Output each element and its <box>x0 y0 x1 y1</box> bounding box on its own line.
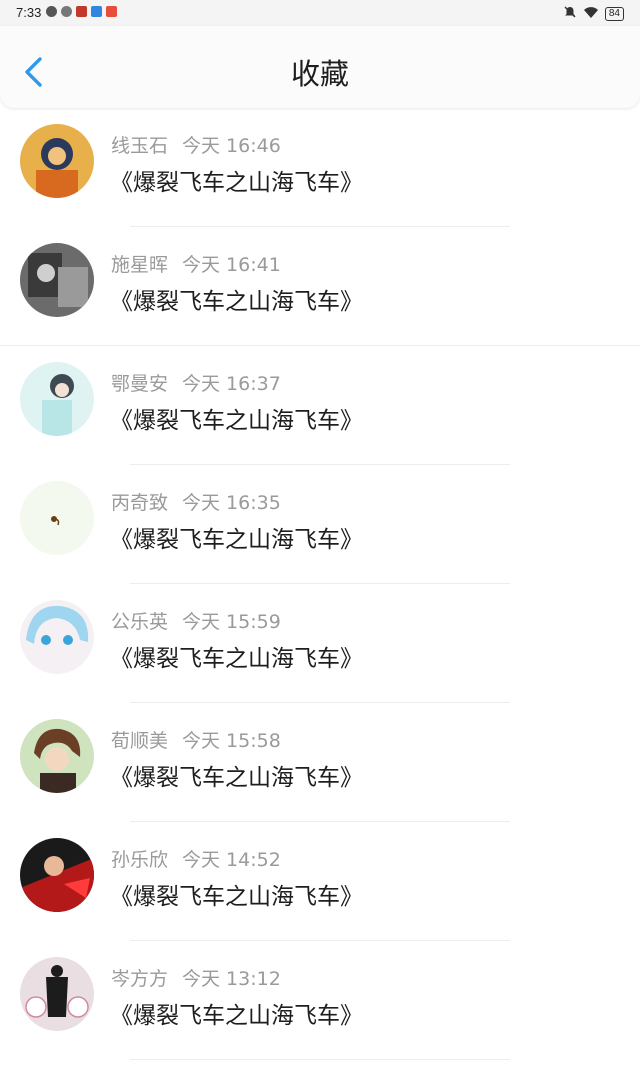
game-icon <box>76 6 87 17</box>
avatar[interactable] <box>20 124 94 198</box>
avatar[interactable] <box>20 719 94 793</box>
item-title: 《爆裂飞车之山海飞车》 <box>110 408 363 434</box>
divider <box>130 1059 510 1060</box>
item-meta: 鄂曼安 今天 16:37 <box>111 369 281 396</box>
user-name: 孙乐欣 <box>111 849 169 871</box>
item-title: 《爆裂飞车之山海飞车》 <box>110 1003 363 1029</box>
status-time: 7:33 <box>16 5 42 20</box>
item-title: 《爆裂飞车之山海飞车》 <box>110 646 363 672</box>
notification-icons <box>46 6 117 17</box>
list-item[interactable]: 线玉石 今天 16:46 《爆裂飞车之山海飞车》 <box>0 108 640 227</box>
item-meta: 荀顺美 今天 15:58 <box>111 726 281 753</box>
timestamp: 今天 16:35 <box>182 492 281 514</box>
mute-icon <box>563 5 577 22</box>
cloud-icon <box>91 6 102 17</box>
user-name: 鄂曼安 <box>111 373 169 395</box>
wifi-icon <box>583 6 599 22</box>
user-name: 丙奇致 <box>111 492 169 514</box>
list-item[interactable]: 公乐英 今天 15:59 《爆裂飞车之山海飞车》 <box>0 584 640 703</box>
item-title: 《爆裂飞车之山海飞车》 <box>110 765 363 791</box>
item-meta: 岑方方 今天 13:12 <box>111 964 281 991</box>
list-item[interactable]: 孙乐欣 今天 14:52 《爆裂飞车之山海飞车》 <box>0 822 640 941</box>
avatar[interactable] <box>20 600 94 674</box>
timestamp: 今天 16:37 <box>182 373 281 395</box>
avatar[interactable] <box>20 243 94 317</box>
item-title: 《爆裂飞车之山海飞车》 <box>110 884 363 910</box>
user-name: 施星晖 <box>111 254 169 276</box>
list-item[interactable]: 荀顺美 今天 15:58 《爆裂飞车之山海飞车》 <box>0 703 640 822</box>
page-title: 收藏 <box>290 57 349 91</box>
user-name: 岑方方 <box>111 968 169 990</box>
status-bar: 7:33 84 <box>0 0 640 26</box>
system-icons: 84 <box>563 5 624 22</box>
list-item[interactable]: 鄂曼安 今天 16:37 《爆裂飞车之山海飞车》 <box>0 346 640 465</box>
item-title: 《爆裂飞车之山海飞车》 <box>110 170 363 196</box>
list-item[interactable]: 丙奇致 今天 16:35 《爆裂飞车之山海飞车》 <box>0 465 640 584</box>
avatar[interactable] <box>20 838 94 912</box>
item-title: 《爆裂飞车之山海飞车》 <box>110 527 363 553</box>
header: 收藏 <box>0 26 640 108</box>
shop-icon <box>106 6 117 17</box>
item-meta: 孙乐欣 今天 14:52 <box>111 845 281 872</box>
avatar[interactable] <box>20 957 94 1031</box>
app-icon <box>61 6 72 17</box>
timestamp: 今天 13:12 <box>182 968 281 990</box>
wechat-icon <box>46 6 57 17</box>
battery-indicator: 84 <box>604 6 624 21</box>
avatar[interactable] <box>20 481 94 555</box>
user-name: 线玉石 <box>111 135 169 157</box>
item-meta: 线玉石 今天 16:46 <box>111 131 281 158</box>
user-name: 荀顺美 <box>111 730 169 752</box>
avatar[interactable] <box>20 362 94 436</box>
user-name: 公乐英 <box>111 611 169 633</box>
item-meta: 公乐英 今天 15:59 <box>111 607 281 634</box>
item-meta: 丙奇致 今天 16:35 <box>111 488 281 515</box>
timestamp: 今天 14:52 <box>182 849 281 871</box>
timestamp: 今天 16:41 <box>182 254 281 276</box>
timestamp: 今天 16:46 <box>182 135 281 157</box>
timestamp: 今天 15:58 <box>182 730 281 752</box>
list-item[interactable]: 岑方方 今天 13:12 《爆裂飞车之山海飞车》 <box>0 941 640 1060</box>
item-title: 《爆裂飞车之山海飞车》 <box>110 289 363 315</box>
favorites-list: 线玉石 今天 16:46 《爆裂飞车之山海飞车》 施星晖 今天 16:41 《爆裂飞… <box>0 108 640 1060</box>
item-meta: 施星晖 今天 16:41 <box>111 250 281 277</box>
timestamp: 今天 15:59 <box>182 611 281 633</box>
list-item[interactable]: 施星晖 今天 16:41 《爆裂飞车之山海飞车》 <box>0 227 640 346</box>
